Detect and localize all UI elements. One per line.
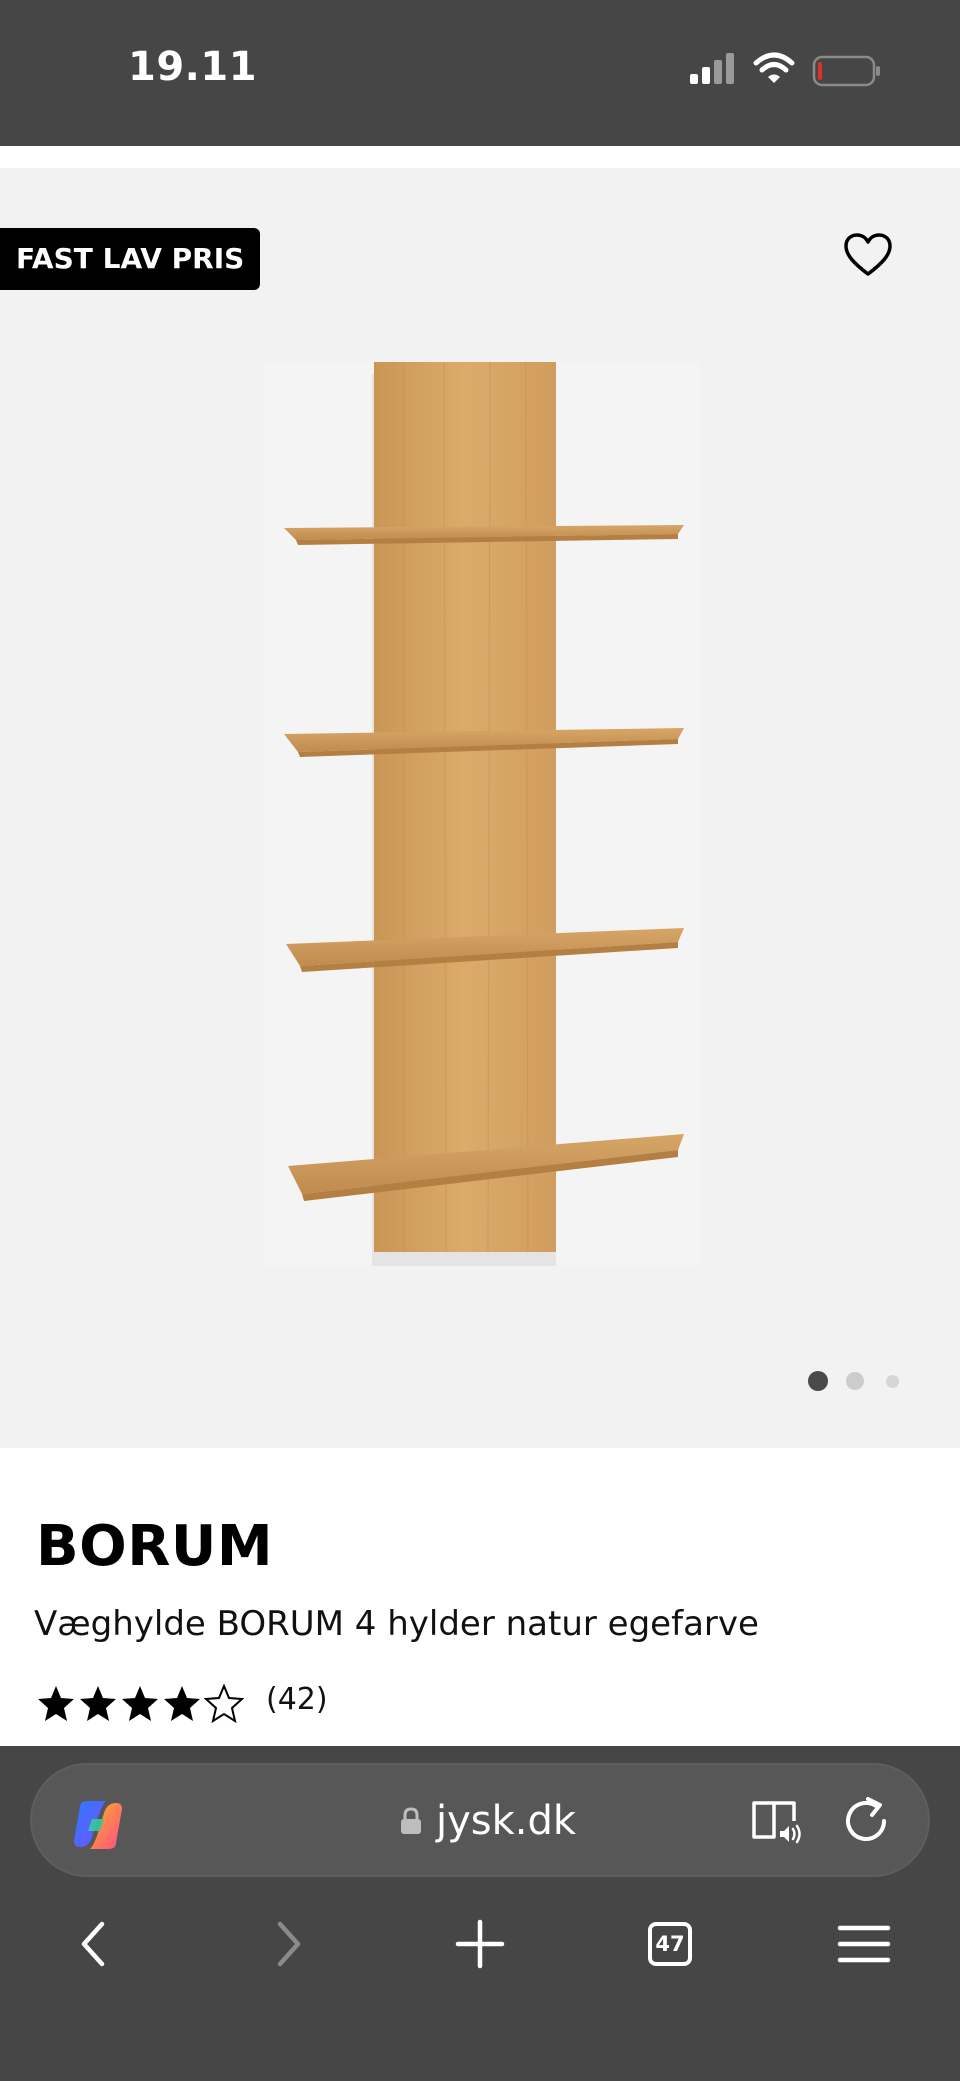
status-bar: 19.11: [0, 0, 960, 146]
tabs-button[interactable]: 47: [648, 1922, 692, 1966]
promo-badge: FAST LAV PRIS: [0, 228, 261, 290]
copilot-icon[interactable]: [70, 1797, 126, 1853]
url-display[interactable]: jysk.dk: [400, 1791, 576, 1851]
address-bar[interactable]: jysk.dk: [30, 1763, 930, 1877]
rating-count: (42): [266, 1682, 328, 1717]
product-brand: BORUM: [36, 1514, 274, 1579]
reload-icon[interactable]: [840, 1795, 892, 1847]
carousel-dots: [806, 1370, 906, 1392]
chevron-left-icon[interactable]: [62, 1912, 126, 1976]
product-gallery[interactable]: FAST LAV PRIS: [0, 168, 960, 1448]
chevron-right-icon[interactable]: [256, 1912, 320, 1976]
wall-shelf-image: [264, 362, 700, 1266]
product-name[interactable]: Væghylde BORUM 4 hylder natur egefarve: [34, 1604, 759, 1644]
lock-icon: [401, 1807, 421, 1834]
heart-outline-icon[interactable]: [842, 230, 894, 282]
star-rating-icon: [38, 1685, 243, 1722]
plus-icon[interactable]: [448, 1912, 512, 1976]
reader-audio-icon[interactable]: [750, 1797, 806, 1847]
browser-chrome: jysk.dk 47: [0, 1746, 960, 2081]
carousel-dot-1[interactable]: [808, 1371, 828, 1391]
status-time: 19.11: [128, 44, 258, 90]
hamburger-menu-icon[interactable]: [832, 1912, 896, 1976]
carousel-dot-2[interactable]: [846, 1372, 864, 1390]
cellular-signal-icon: [690, 53, 734, 84]
content-spacer: [0, 146, 960, 168]
battery-low-icon: [812, 55, 880, 87]
carousel-dot-3[interactable]: [886, 1375, 899, 1388]
url-text: jysk.dk: [436, 1798, 577, 1844]
wifi-icon: [753, 52, 795, 83]
